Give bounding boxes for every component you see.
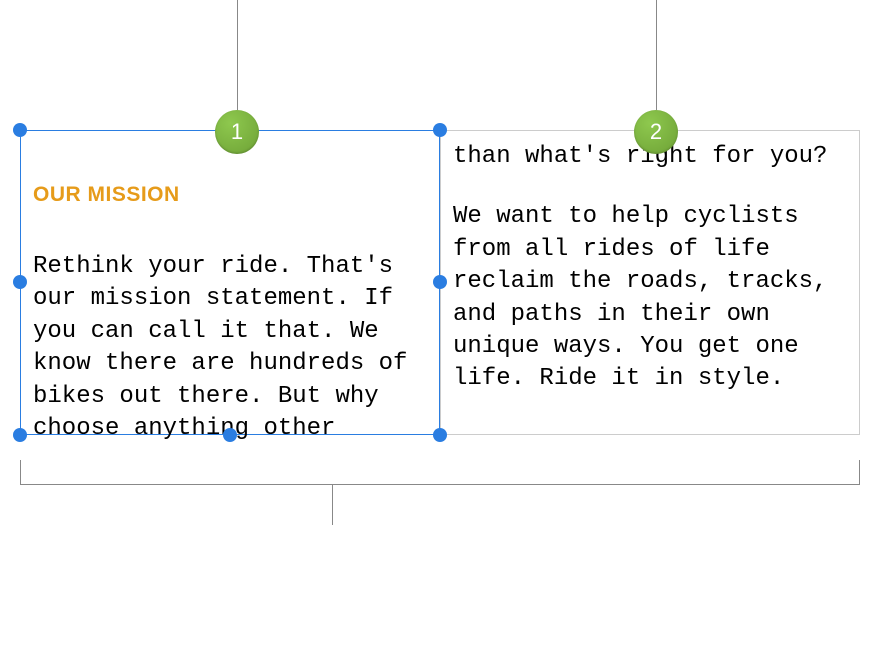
callout-line-1 bbox=[237, 0, 238, 110]
span-bracket bbox=[20, 460, 860, 485]
resize-handle-top-right[interactable] bbox=[433, 123, 447, 137]
callout-badge-1: 1 bbox=[215, 110, 259, 154]
mission-body-text: Rethink your ride. That's our mission st… bbox=[33, 251, 427, 445]
text-box-1-selected[interactable]: OUR MISSION Rethink your ride. That's ou… bbox=[20, 130, 440, 435]
resize-handle-bottom-right[interactable] bbox=[433, 428, 447, 442]
resize-handle-bottom-left[interactable] bbox=[13, 428, 27, 442]
resize-handle-middle-left[interactable] bbox=[13, 275, 27, 289]
continued-text-para: We want to help cyclists from all rides … bbox=[453, 201, 847, 395]
resize-handle-bottom-middle[interactable] bbox=[223, 428, 237, 442]
callout-line-2 bbox=[656, 0, 657, 110]
resize-handle-middle-right[interactable] bbox=[433, 275, 447, 289]
resize-handle-top-left[interactable] bbox=[13, 123, 27, 137]
callout-badge-2: 2 bbox=[634, 110, 678, 154]
span-bracket-stem bbox=[332, 485, 333, 525]
text-box-2-linked[interactable]: than what's right for you? We want to he… bbox=[440, 130, 860, 435]
mission-heading: OUR MISSION bbox=[33, 183, 439, 207]
